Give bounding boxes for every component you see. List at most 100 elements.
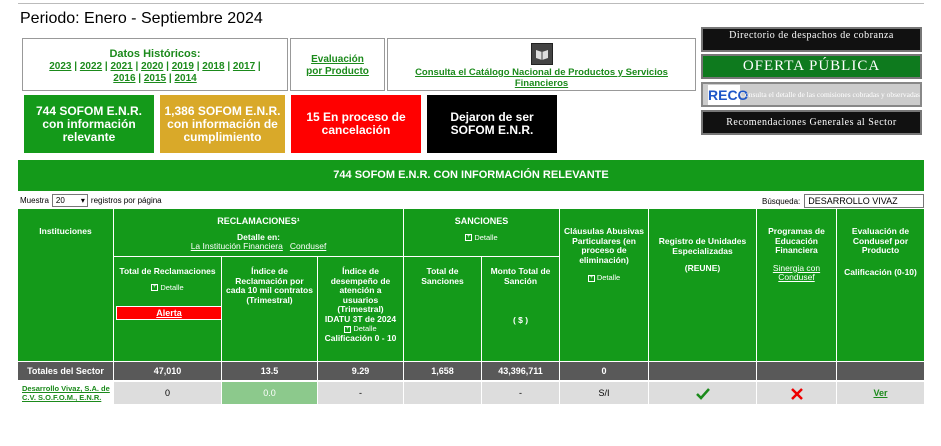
registro-label: Registro de Unidades Especializadas (658, 236, 747, 256)
totales-registro (649, 362, 757, 380)
table-row: Desarrollo Vivaz, S.A. de C.V. S.O.F.O.M… (18, 382, 924, 404)
plus-icon: + (151, 284, 159, 292)
totales-indice-desemp: 9.29 (318, 362, 404, 380)
clausulas-label: Cláusulas Abusivas Particulares (en proc… (564, 226, 644, 265)
inst-fin-link[interactable]: La Institución Financiera (191, 241, 283, 251)
catalogo-link[interactable]: Consulta el Catálogo Nacional de Product… (388, 67, 695, 89)
oferta-publica-button[interactable]: OFERTA PÚBLICA (701, 54, 922, 79)
totales-monto: 43,396,711 (482, 362, 560, 380)
year-link[interactable]: 2016 (113, 73, 135, 84)
alerta-button[interactable]: Alerta (116, 306, 222, 320)
search-input[interactable]: DESARROLLO VIVAZ (804, 194, 925, 208)
header-instituciones: Instituciones (18, 209, 114, 361)
page-title: Periodo: Enero - Septiembre 2024 (20, 10, 263, 27)
condusef-link[interactable]: Condusef (290, 241, 326, 251)
year-link[interactable]: 2019 (172, 61, 194, 72)
detalle-label: Detalle (160, 282, 184, 292)
header-evaluacion: Evaluación de Condusef por Producto Cali… (837, 209, 924, 361)
muestra-label: Muestra (20, 196, 49, 205)
cell-clausulas: S/I (560, 382, 649, 404)
reco-button[interactable]: RECO Consulta el detalle de las comision… (701, 82, 922, 107)
indice-desemp-label: Índice de desempeño de atención a usuari… (330, 266, 391, 314)
sinergia-link[interactable]: Sinergia con Condusef (761, 263, 832, 283)
year-link[interactable]: 2021 (110, 61, 132, 72)
header-reclamaciones: RECLAMACIONES¹ Detalle en: La Institució… (114, 209, 404, 257)
totales-indice-recl: 13.5 (222, 362, 318, 380)
institucion-link[interactable]: Desarrollo Vivaz, S.A. de C.V. S.O.F.O.M… (18, 382, 114, 404)
cell-programas (757, 382, 837, 404)
totales-clausulas: 0 (560, 362, 649, 380)
year-link[interactable]: 2015 (144, 73, 166, 84)
total-recl-label: Total de Reclamaciones (119, 266, 216, 276)
plus-icon: + (344, 325, 352, 333)
detalle-label: Detalle (474, 232, 498, 242)
pesos-label: ( $ ) (512, 315, 529, 325)
x-icon (790, 387, 803, 400)
cell-total-sanciones (404, 382, 482, 404)
ver-link[interactable]: Ver (837, 382, 924, 404)
year-link[interactable]: 2023 (49, 61, 71, 72)
cell-registro (649, 382, 757, 404)
cell-indice-desempeno: - (318, 382, 404, 404)
header-indice-reclamacion: Índice de Reclamación por cada 10 mil co… (222, 257, 318, 361)
totales-evaluacion (837, 362, 924, 380)
evaluacion-line2: por Producto (306, 66, 369, 77)
page-size-select[interactable]: 20 (51, 194, 88, 207)
detalle-label: Detalle (596, 273, 621, 282)
header-programas: Programas de Educación Financiera Sinerg… (757, 209, 837, 361)
year-link[interactable]: 2017 (233, 61, 255, 72)
top-divider (18, 3, 924, 4)
recomendaciones-button[interactable]: Recomendaciones Generales al Sector (701, 110, 922, 135)
year-link[interactable]: 2018 (202, 61, 224, 72)
search-control: Búsqueda: DESARROLLO VIVAZ (762, 194, 925, 208)
kpi-cancelacion[interactable]: 15 En proceso de cancelación (291, 95, 421, 153)
totales-label: Totales del Sector (18, 362, 114, 380)
plus-icon: + (465, 234, 473, 242)
year-link[interactable]: 2020 (141, 61, 163, 72)
calificacion-range: Calificación 0 - 10 (324, 332, 397, 343)
cell-monto-sancion: - (482, 382, 560, 404)
kpi-cumplimiento[interactable]: 1,386 SOFOM E.N.R. con información de cu… (160, 95, 285, 153)
directorio-cobranza-button[interactable]: Directorio de despachos de cobranza (701, 27, 922, 52)
idatu-label: IDATU 3T de 2024 (324, 313, 397, 324)
registros-label: registros por página (90, 196, 162, 205)
totales-reclamaciones: 47,010 (114, 362, 222, 380)
book-icon (530, 43, 553, 65)
programas-label: Programas de Educación Financiera (768, 226, 825, 255)
reco-logo: RECO (708, 84, 749, 105)
year-link[interactable]: 2014 (174, 73, 196, 84)
historicos-panel: Datos Históricos: 2023 | 2022 | 2021 | 2… (22, 38, 288, 91)
check-icon (695, 387, 710, 400)
year-link[interactable]: 2022 (80, 61, 102, 72)
monto-label: Monto Total de Sanción (490, 266, 551, 286)
detalle-toggle[interactable]: + Detalle (404, 233, 559, 243)
cell-indice-reclamacion: 0.0 (222, 382, 318, 404)
calificacion-label: Calificación (0-10) (844, 266, 917, 277)
alerta-label: Alerta (156, 308, 182, 318)
reco-text: Consulta el detalle de las comisiones co… (740, 89, 920, 99)
totales-row: Totales del Sector 47,010 13.5 9.29 1,65… (18, 362, 924, 380)
evaluacion-label: Evaluación de Condusef por Producto (851, 226, 910, 255)
header-total-sanciones: Total de Sanciones (404, 257, 482, 361)
detalle-label: Detalle (353, 324, 377, 333)
search-label: Búsqueda: (762, 196, 801, 206)
evaluacion-producto-link[interactable]: Evaluación por Producto (290, 38, 385, 91)
header-sanciones: SANCIONES + Detalle (404, 209, 560, 257)
plus-icon: + (587, 274, 595, 282)
reclamaciones-title: RECLAMACIONES¹ (217, 216, 300, 226)
page-size-control: Muestra 20 registros por página (20, 194, 162, 207)
sanciones-title: SANCIONES (454, 216, 509, 226)
catalogo-panel: Consulta el Catálogo Nacional de Product… (387, 38, 696, 91)
header-clausulas: Cláusulas Abusivas Particulares (en proc… (560, 209, 649, 361)
cell-total-reclamaciones: 0 (114, 382, 222, 404)
kpi-info-relevante[interactable]: 744 SOFOM E.N.R. con información relevan… (24, 95, 154, 153)
historicos-years: 2023 | 2022 | 2021 | 2020 | 2019 | 2018 … (49, 61, 261, 84)
detalle-toggle[interactable]: + Detalle (564, 273, 644, 283)
detalle-toggle[interactable]: + Detalle (114, 283, 221, 293)
kpi-dejaron[interactable]: Dejaron de ser SOFOM E.N.R. (427, 95, 557, 153)
totales-sanciones: 1,658 (404, 362, 482, 380)
historicos-title: Datos Históricos: (109, 48, 201, 60)
header-indice-desempeno: Índice de desempeño de atención a usuari… (318, 257, 404, 361)
section-banner: 744 SOFOM E.N.R. CON INFORMACIÓN RELEVAN… (18, 160, 924, 191)
header-monto-sancion: Monto Total de Sanción ( $ ) (482, 257, 560, 361)
